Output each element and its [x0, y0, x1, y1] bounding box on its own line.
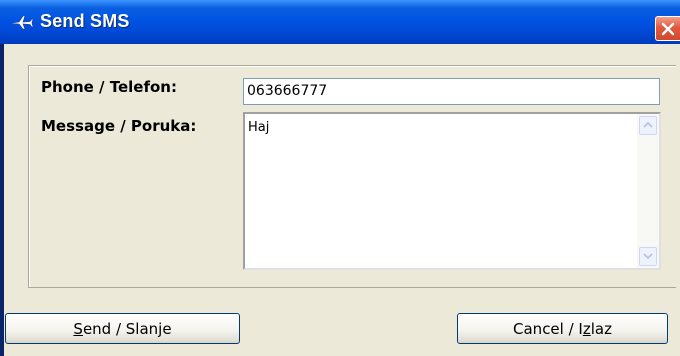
airplane-icon: [10, 14, 34, 30]
close-icon: [661, 22, 675, 36]
close-button[interactable]: [655, 16, 680, 41]
message-label: Message / Poruka:: [41, 117, 197, 135]
cancel-mnemonic: z: [582, 319, 591, 338]
scroll-down-button[interactable]: [639, 247, 657, 266]
send-sms-window: Send SMS Phone / Telefon: 063666777 Mess…: [0, 0, 680, 356]
phone-input[interactable]: 063666777: [243, 78, 660, 105]
cancel-button[interactable]: Cancel / Iz laz: [457, 313, 668, 344]
window-title: Send SMS: [40, 11, 130, 31]
message-scrollbar[interactable]: [637, 114, 659, 268]
message-textarea[interactable]: Haj: [243, 112, 661, 270]
cancel-label-prefix: Cancel / I: [513, 319, 583, 338]
send-mnemonic: S: [73, 319, 83, 338]
chevron-down-icon: [643, 253, 653, 260]
phone-label: Phone / Telefon:: [41, 78, 177, 96]
title-bar[interactable]: Send SMS: [0, 0, 680, 44]
send-label: end / Slanje: [82, 319, 172, 338]
message-text: Haj: [248, 120, 270, 135]
chevron-up-icon: [643, 121, 653, 128]
scroll-up-button[interactable]: [639, 116, 657, 135]
send-button[interactable]: Send / Slanje: [5, 313, 240, 344]
cancel-label-rest: laz: [590, 319, 612, 338]
